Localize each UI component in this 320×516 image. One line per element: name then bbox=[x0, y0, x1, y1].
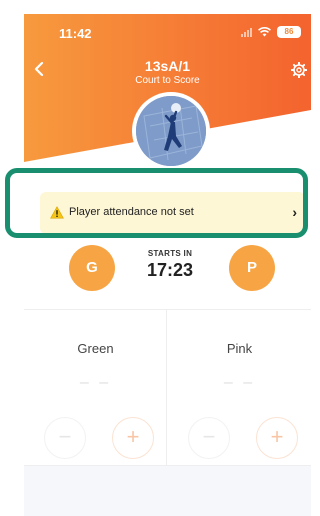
netball-player-icon bbox=[136, 96, 206, 166]
signal-icon bbox=[241, 27, 252, 37]
score-area: Green – – − + Pink – – − + bbox=[24, 309, 311, 467]
team-name: Pink bbox=[226, 341, 253, 356]
page-title: 13sA/1 bbox=[144, 58, 191, 74]
gear-icon bbox=[290, 61, 308, 79]
wifi-icon bbox=[258, 27, 271, 37]
team-score: – – bbox=[223, 374, 256, 391]
team-badge-pink: P bbox=[229, 245, 275, 291]
settings-button[interactable] bbox=[290, 61, 308, 83]
team-name: Green bbox=[77, 341, 114, 356]
team-badge-green: G bbox=[69, 245, 115, 291]
status-bar: 11:42 86 bbox=[24, 14, 311, 54]
increment-score-button[interactable]: + bbox=[256, 417, 298, 459]
battery-indicator: 86 bbox=[277, 26, 301, 38]
page-edge bbox=[0, 0, 24, 516]
highlight-frame bbox=[5, 168, 308, 238]
footer-area bbox=[24, 466, 311, 516]
status-time: 11:42 bbox=[59, 26, 92, 41]
app-screen: 11:42 86 13sA/1 Court to Score Player at… bbox=[24, 14, 311, 516]
status-icons: 86 bbox=[241, 26, 301, 38]
team-column-pink: Pink – – − + bbox=[168, 310, 311, 467]
starts-in-time: 17:23 bbox=[146, 260, 194, 280]
team-column-green: Green – – − + bbox=[24, 310, 167, 467]
starts-in-block: STARTS IN 17:23 bbox=[120, 249, 220, 281]
avatar bbox=[132, 92, 210, 170]
decrement-score-button[interactable]: − bbox=[44, 417, 86, 459]
team-score: – – bbox=[79, 374, 112, 391]
page-subtitle: Court to Score bbox=[135, 75, 200, 86]
increment-score-button[interactable]: + bbox=[112, 417, 154, 459]
starts-in-label: STARTS IN bbox=[147, 249, 193, 258]
netball-player-image bbox=[136, 96, 206, 166]
header-title-block: 13sA/1 Court to Score bbox=[24, 58, 311, 86]
decrement-score-button[interactable]: − bbox=[188, 417, 230, 459]
